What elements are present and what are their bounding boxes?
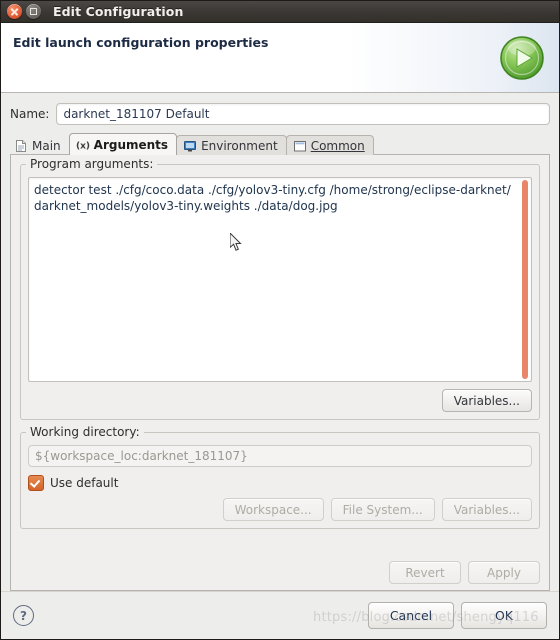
name-input-value: darknet_181107 Default (63, 107, 210, 121)
file-system-button[interactable]: File System... (330, 498, 435, 521)
window-titlebar: Edit Configuration (1, 1, 559, 23)
run-play-icon (500, 36, 544, 80)
page-title: Edit launch configuration properties (13, 35, 269, 50)
revert-button[interactable]: Revert (389, 561, 461, 584)
edit-configuration-dialog: Edit Configuration Edit launch configura… (0, 0, 560, 640)
variable-icon: (x) (76, 138, 90, 152)
working-directory-buttons: Workspace... File System... Variables... (28, 498, 532, 521)
use-default-row[interactable]: Use default (28, 475, 532, 491)
tab-main-label: Main (32, 138, 61, 153)
ok-button[interactable]: OK (461, 602, 547, 629)
tab-environment-label: Environment (201, 138, 278, 153)
name-label: Name: (10, 107, 50, 121)
footer-buttons: Cancel OK (368, 602, 547, 629)
tab-environment[interactable]: Environment (176, 135, 287, 155)
tab-common-label: Common (310, 138, 365, 153)
use-default-checkbox[interactable] (28, 475, 44, 491)
scrollbar-thumb[interactable] (522, 180, 528, 379)
revert-apply-row: Revert Apply (20, 553, 540, 590)
working-directory-frame: ${workspace_loc:darknet_181107} Use defa… (20, 432, 540, 529)
workspace-button[interactable]: Workspace... (222, 498, 324, 521)
dialog-footer: ? https://blog.csdn.net/shengyq116 Cance… (1, 591, 559, 639)
tab-main[interactable]: Main (10, 135, 70, 155)
working-directory-variables-button[interactable]: Variables... (441, 498, 532, 521)
name-row: Name: darknet_181107 Default (10, 103, 550, 125)
use-default-label: Use default (50, 476, 119, 490)
tab-common[interactable]: Common (285, 135, 374, 155)
program-arguments-scrollbar[interactable] (521, 180, 529, 379)
window-title: Edit Configuration (53, 4, 184, 19)
document-icon (14, 139, 28, 153)
program-arguments-value: detector test ./cfg/coco.data ./cfg/yolo… (34, 183, 511, 213)
tab-arguments-label: Arguments (93, 137, 169, 152)
tab-arguments[interactable]: (x) Arguments (68, 133, 178, 155)
working-directory-value: ${workspace_loc:darknet_181107} (35, 449, 248, 463)
monitor-icon (183, 139, 197, 153)
close-icon[interactable] (7, 4, 22, 19)
working-directory-group: Working directory: ${workspace_loc:darkn… (20, 425, 540, 529)
name-input[interactable]: darknet_181107 Default (56, 103, 550, 125)
arguments-tab-panel: Program arguments: detector test ./cfg/c… (10, 154, 550, 591)
help-icon[interactable]: ? (13, 605, 34, 626)
cancel-button[interactable]: Cancel (368, 602, 454, 629)
dialog-body: Name: darknet_181107 Default Main (x) Ar… (1, 93, 559, 591)
working-directory-label: Working directory: (26, 425, 144, 439)
maximize-icon[interactable] (26, 4, 41, 19)
tab-bar: Main (x) Arguments Environment Common (10, 133, 550, 155)
program-arguments-input[interactable]: detector test ./cfg/coco.data ./cfg/yolo… (28, 177, 532, 382)
svg-text:(x): (x) (76, 141, 90, 151)
arguments-variables-button[interactable]: Variables... (441, 389, 532, 412)
program-arguments-group: Program arguments: detector test ./cfg/c… (20, 157, 540, 420)
apply-button[interactable]: Apply (468, 561, 540, 584)
program-arguments-frame: detector test ./cfg/coco.data ./cfg/yolo… (20, 164, 540, 420)
program-arguments-label: Program arguments: (26, 157, 158, 171)
window-icon (293, 139, 307, 153)
working-directory-input[interactable]: ${workspace_loc:darknet_181107} (28, 445, 532, 467)
dialog-banner: Edit launch configuration properties (1, 23, 559, 93)
program-arguments-buttons: Variables... (28, 389, 532, 412)
